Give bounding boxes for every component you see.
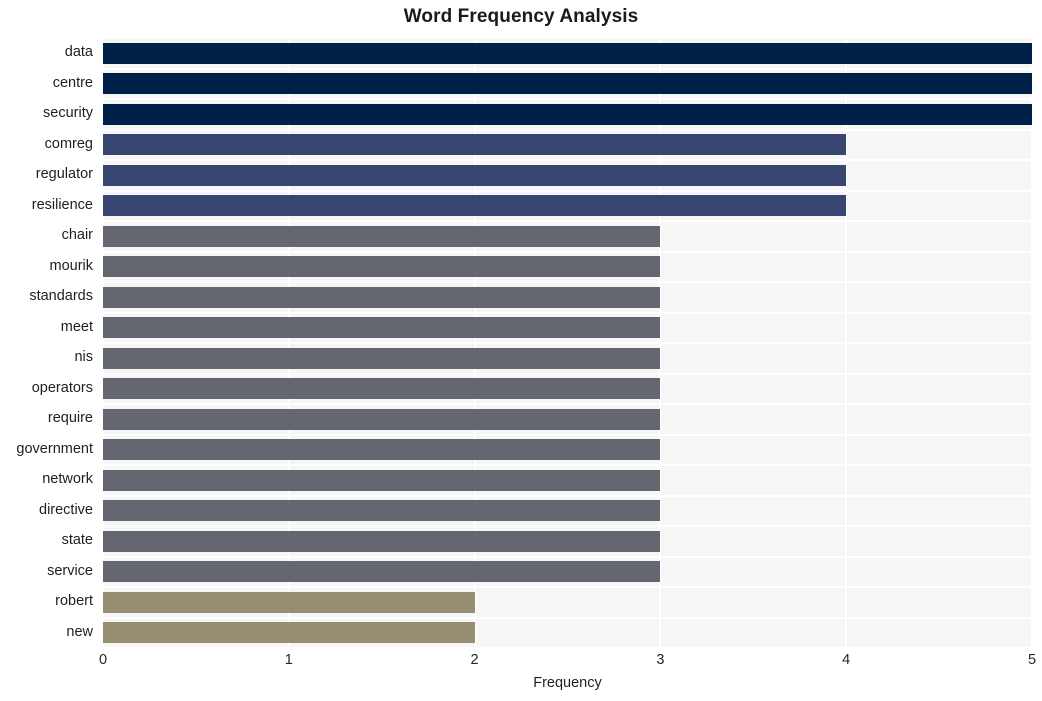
bar [103, 42, 1032, 64]
y-tick-label-new: new [66, 623, 93, 640]
x-tick-label-1: 1 [284, 652, 293, 668]
bar [103, 439, 661, 461]
y-tick-label-chair: chair [61, 227, 93, 244]
bar [103, 408, 661, 430]
gridline-horizontal [103, 67, 1032, 70]
gridline-horizontal [103, 525, 1032, 527]
bar [103, 73, 1032, 95]
gridline-horizontal [103, 647, 1032, 649]
bar [103, 500, 661, 522]
gridline-horizontal [103, 37, 1032, 39]
gridline-horizontal [103, 372, 1032, 375]
bar [103, 317, 661, 339]
bar [103, 134, 847, 156]
bar [103, 164, 847, 186]
bar [103, 530, 661, 552]
y-tick-label-data: data [64, 44, 93, 61]
bar [103, 591, 475, 613]
y-tick-label-network: network [42, 471, 93, 488]
gridline-horizontal [103, 128, 1032, 131]
y-tick-label-meet: meet [60, 318, 93, 335]
x-tick-label-0: 0 [98, 652, 108, 668]
gridline-horizontal [103, 616, 1032, 619]
gridline-horizontal [103, 403, 1032, 405]
y-tick-label-state: state [61, 532, 93, 549]
y-tick-label-directive: directive [39, 501, 93, 518]
gridline-horizontal [103, 311, 1032, 314]
bar [103, 469, 661, 491]
y-tick-label-security: security [43, 105, 93, 122]
bar [103, 225, 661, 247]
y-tick-label-centre: centre [52, 74, 93, 91]
bar [103, 561, 661, 583]
bar [103, 256, 661, 278]
bar [103, 286, 661, 308]
x-tick-label-5: 5 [1027, 652, 1037, 668]
bar [103, 195, 847, 217]
gridline-horizontal [103, 250, 1032, 253]
gridline-horizontal [103, 281, 1032, 283]
y-tick-label-comreg: comreg [44, 135, 93, 152]
x-tick-label-2: 2 [470, 652, 479, 668]
chart-title: Word Frequency Analysis [403, 6, 639, 27]
x-axis-title: Frequency [533, 675, 602, 691]
y-tick-label-resilience: resilience [31, 196, 93, 213]
y-tick-label-standards: standards [29, 288, 93, 305]
gridline-horizontal [103, 98, 1032, 100]
y-tick-label-service: service [47, 562, 93, 579]
gridline-horizontal [103, 159, 1032, 161]
x-tick-label-3: 3 [656, 652, 665, 668]
y-tick-label-nis: nis [74, 349, 93, 366]
word-frequency-chart: Word Frequency Analysis data centre securi… [0, 0, 1042, 701]
y-tick-label-robert: robert [55, 593, 93, 610]
gridline-horizontal [103, 342, 1032, 344]
gridline-horizontal [103, 464, 1032, 466]
bar [103, 347, 661, 369]
gridline-horizontal [103, 433, 1032, 436]
gridline-horizontal [103, 220, 1032, 222]
y-tick-label-regulator: regulator [35, 166, 93, 183]
y-tick-label-mourik: mourik [49, 257, 93, 274]
y-tick-label-operators: operators [31, 379, 93, 396]
y-tick-label-government: government [16, 440, 93, 457]
gridline-horizontal [103, 586, 1032, 588]
bar [103, 622, 475, 644]
gridline-horizontal [103, 189, 1032, 192]
y-tick-label-require: require [47, 410, 93, 427]
gridline-horizontal [103, 555, 1032, 558]
plot-area [102, 37, 1033, 649]
x-tick-label-4: 4 [842, 652, 851, 668]
bar [103, 103, 1032, 125]
bar [103, 378, 661, 400]
gridline-horizontal [103, 494, 1032, 497]
